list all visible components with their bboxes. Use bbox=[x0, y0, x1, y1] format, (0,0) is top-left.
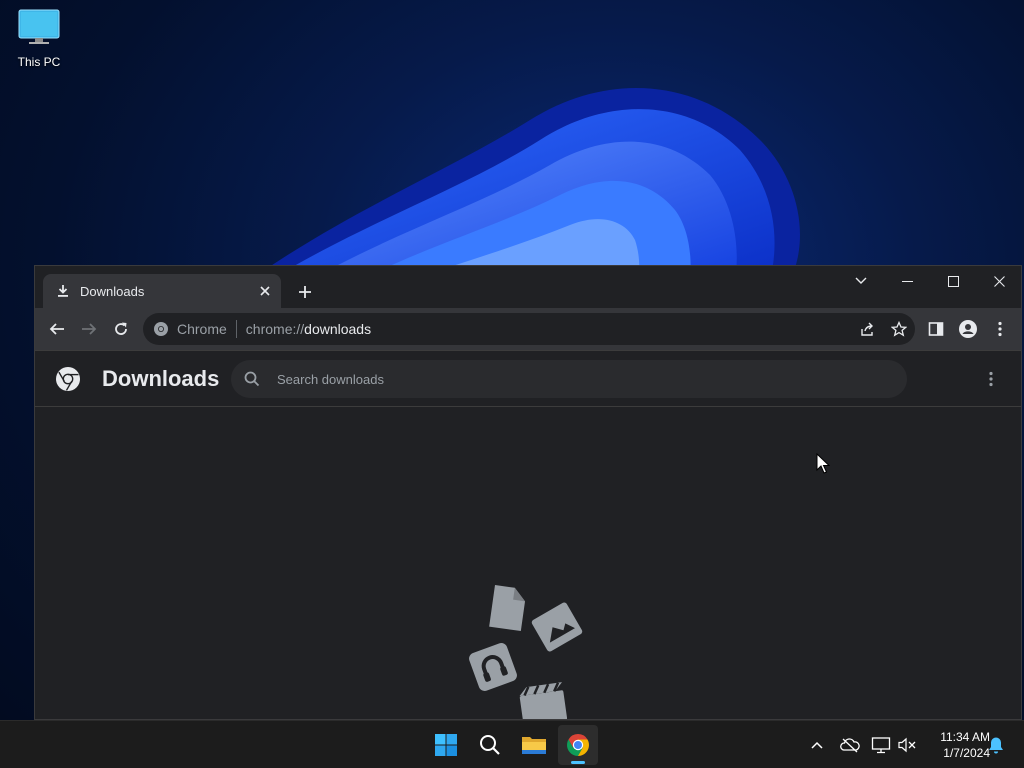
more-vert-icon bbox=[998, 321, 1002, 337]
profile-icon bbox=[959, 320, 977, 338]
document-icon bbox=[489, 585, 526, 632]
start-icon bbox=[435, 734, 457, 756]
share-button[interactable] bbox=[851, 313, 883, 345]
bell-icon bbox=[989, 737, 1003, 754]
site-info-chip[interactable]: Chrome bbox=[153, 321, 227, 337]
chevron-down-icon bbox=[855, 277, 867, 284]
chrome-window: Downloads Chrome chrome://downloads Down… bbox=[34, 265, 1022, 720]
tab-downloads[interactable]: Downloads bbox=[43, 274, 281, 308]
bookmark-button[interactable] bbox=[883, 313, 915, 345]
chevron-up-icon bbox=[811, 741, 823, 749]
network-tray-button[interactable] bbox=[870, 734, 892, 756]
image-icon bbox=[531, 602, 583, 652]
minimize-icon bbox=[901, 280, 913, 282]
close-tab-button[interactable] bbox=[255, 281, 275, 301]
maximize-button[interactable] bbox=[930, 266, 976, 296]
show-hidden-icons-button[interactable] bbox=[806, 734, 828, 756]
notifications-button[interactable] bbox=[985, 734, 1007, 756]
chrome-logo-icon bbox=[56, 367, 80, 391]
mouse-cursor-icon bbox=[816, 453, 830, 474]
cloud-off-icon bbox=[840, 738, 860, 753]
reload-icon bbox=[115, 322, 127, 335]
downloads-more-actions-button[interactable] bbox=[981, 369, 1001, 389]
chrome-menu-button[interactable] bbox=[988, 317, 1012, 341]
url-text[interactable]: chrome://downloads bbox=[246, 321, 371, 337]
page-title: Downloads bbox=[102, 366, 220, 391]
active-app-indicator bbox=[571, 761, 585, 764]
tab-search-button[interactable] bbox=[838, 266, 884, 296]
desktop-icon-label: This PC bbox=[17, 55, 61, 69]
start-button[interactable] bbox=[426, 725, 466, 765]
divider bbox=[235, 320, 237, 338]
network-icon bbox=[871, 737, 891, 754]
download-icon bbox=[58, 285, 68, 297]
tab-strip: Downloads bbox=[35, 266, 1021, 308]
video-icon bbox=[519, 682, 568, 719]
side-panel-button[interactable] bbox=[924, 317, 948, 341]
address-bar[interactable]: Chrome chrome://downloads bbox=[143, 313, 915, 345]
more-vert-icon bbox=[989, 371, 993, 387]
chrome-logo-icon bbox=[154, 322, 168, 336]
audio-icon bbox=[469, 643, 517, 691]
system-clock[interactable]: 11:34 AM 1/7/2024 bbox=[922, 729, 990, 761]
arrow-right-icon bbox=[82, 323, 97, 335]
search-icon bbox=[244, 371, 260, 387]
back-button[interactable] bbox=[45, 317, 69, 341]
side-panel-icon bbox=[928, 322, 944, 336]
file-explorer-button[interactable] bbox=[514, 725, 554, 765]
monitor-icon bbox=[18, 9, 60, 44]
minimize-button[interactable] bbox=[884, 266, 930, 296]
search-icon bbox=[480, 735, 500, 755]
volume-tray-button[interactable] bbox=[896, 734, 918, 756]
search-box[interactable] bbox=[231, 360, 907, 398]
downloads-header: Downloads bbox=[35, 350, 1021, 407]
close-icon bbox=[260, 286, 270, 296]
reload-button[interactable] bbox=[109, 317, 133, 341]
taskbar-search-button[interactable] bbox=[470, 725, 510, 765]
url-scheme: chrome:// bbox=[245, 321, 305, 337]
clock-date: 1/7/2024 bbox=[943, 746, 990, 760]
new-tab-button[interactable] bbox=[293, 280, 317, 304]
chrome-taskbar-button[interactable] bbox=[558, 725, 598, 765]
close-icon bbox=[993, 275, 1005, 287]
url-host: downloads bbox=[304, 321, 372, 337]
star-icon bbox=[891, 321, 907, 337]
plus-icon bbox=[299, 286, 311, 298]
downloads-list-area bbox=[35, 407, 1021, 719]
site-chip-label: Chrome bbox=[177, 321, 227, 337]
taskbar: 11:34 AM 1/7/2024 bbox=[0, 720, 1024, 768]
tab-title: Downloads bbox=[80, 283, 145, 299]
onedrive-tray-button[interactable] bbox=[839, 734, 861, 756]
share-icon bbox=[861, 322, 873, 336]
chrome-icon bbox=[567, 734, 589, 756]
search-input[interactable] bbox=[275, 370, 879, 388]
profile-button[interactable] bbox=[956, 317, 980, 341]
volume-muted-icon bbox=[898, 737, 916, 753]
toolbar: Chrome chrome://downloads bbox=[35, 308, 1021, 350]
no-downloads-illustration bbox=[469, 585, 583, 719]
file-explorer-icon bbox=[522, 737, 546, 754]
close-window-button[interactable] bbox=[976, 266, 1022, 296]
arrow-left-icon bbox=[49, 323, 64, 335]
clock-time: 11:34 AM bbox=[940, 730, 990, 744]
maximize-icon bbox=[947, 275, 959, 287]
forward-button[interactable] bbox=[77, 317, 101, 341]
desktop-icon-this-pc[interactable]: This PC bbox=[10, 8, 68, 69]
